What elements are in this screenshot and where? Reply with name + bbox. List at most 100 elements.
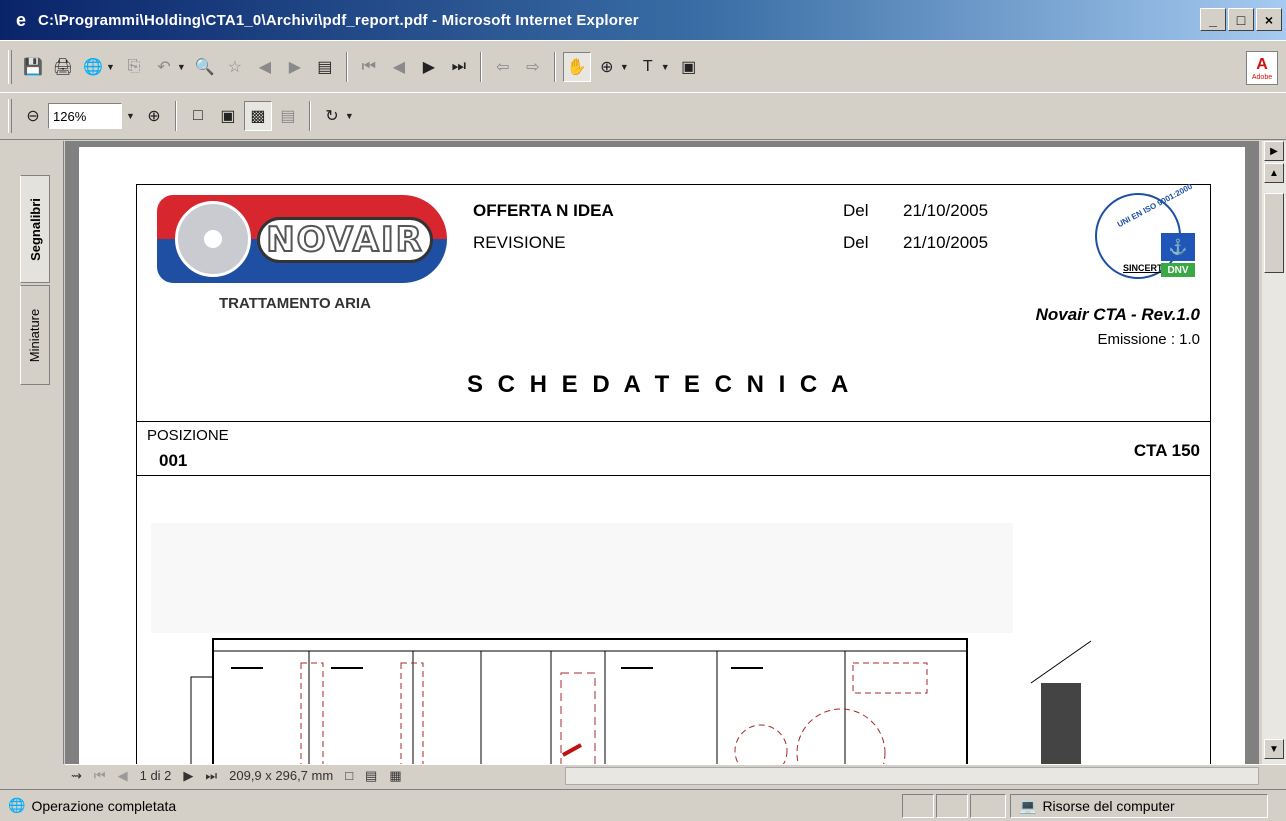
status-message: Operazione completata — [31, 797, 177, 814]
tab-thumbnails[interactable]: Miniature — [20, 285, 50, 385]
side-view-line — [1030, 640, 1092, 684]
del-label: Del — [843, 201, 869, 220]
adobe-logo-icon[interactable]: A Adobe — [1246, 51, 1278, 85]
snapshot-icon[interactable]: ▣ — [675, 52, 703, 82]
toolbar-separator — [345, 51, 348, 82]
zoom-in-icon[interactable]: ⊕ — [140, 101, 168, 131]
pdf-page: NOVAIR TRATTAMENTO ARIA OFFERTA N IDEA R… — [79, 147, 1245, 764]
search-web-icon[interactable]: 🌐 — [79, 52, 107, 82]
scrollbar-thumb[interactable] — [1264, 193, 1284, 273]
fit-page-icon[interactable]: ▣ — [214, 101, 242, 131]
go-forward-icon[interactable]: ⇨ — [519, 52, 547, 82]
divider — [137, 475, 1210, 476]
zoom-out-icon[interactable]: ⊖ — [19, 101, 47, 131]
page-indicator[interactable]: 1 di 2 — [134, 768, 178, 783]
actual-size-icon[interactable]: □ — [184, 101, 212, 131]
sheet-frame: NOVAIR TRATTAMENTO ARIA OFFERTA N IDEA R… — [136, 182, 1211, 764]
first-page-icon[interactable]: ⏮ — [355, 52, 383, 82]
next-page-icon[interactable]: ▶ — [177, 768, 199, 784]
find-icon[interactable]: 🔍 — [191, 52, 219, 82]
chevron-down-icon[interactable]: ▼ — [126, 111, 135, 121]
go-back-icon[interactable]: ⇦ — [489, 52, 517, 82]
continuous-icon[interactable]: ▤ — [359, 768, 383, 784]
minimize-button[interactable]: _ — [1200, 8, 1226, 31]
sincert-label: SINCERT — [1123, 263, 1163, 273]
toolbar-separator — [174, 101, 177, 131]
document-viewport[interactable]: NOVAIR TRATTAMENTO ARIA OFFERTA N IDEA R… — [65, 141, 1259, 764]
window-title: C:\Programmi\Holding\CTA1_0\Archivi\pdf_… — [38, 11, 639, 29]
close-button[interactable]: × — [1256, 8, 1282, 31]
emission-label: Emissione : 1.0 — [1097, 331, 1200, 348]
previous-page-icon[interactable]: ◀ — [112, 768, 134, 784]
chevron-down-icon[interactable]: ▼ — [345, 111, 354, 121]
offer-label: OFFERTA N IDEA — [473, 201, 614, 220]
drawing-background — [151, 523, 1013, 633]
horizontal-scrollbar[interactable] — [565, 767, 1259, 785]
next-page-icon[interactable]: ▶ — [415, 52, 443, 82]
tab-bookmarks[interactable]: Segnalibri — [20, 175, 50, 283]
maximize-button[interactable]: □ — [1228, 8, 1254, 31]
revision-date: 21/10/2005 — [903, 233, 989, 252]
dnv-label: DNV — [1161, 263, 1195, 277]
filter-section — [300, 662, 324, 764]
coil-section — [560, 672, 596, 764]
toolbar-separator — [479, 51, 482, 82]
del-label: Del — [843, 233, 869, 252]
hand-tool-icon[interactable]: ✋ — [562, 51, 591, 82]
page-status-icon: 🌐 — [8, 797, 26, 813]
zoom-input[interactable] — [48, 103, 122, 129]
fan-outlet — [852, 662, 928, 694]
vertical-scrollbar[interactable]: ▶ ▲ ▼ — [1262, 141, 1286, 764]
acrobat-toolbar-main: 💾 🖨 🌐 ▼ ⎘ ↶ ▼ 🔍 ☆ ◀ ▶ ▤ ⏮ ◀ ▶ ⏭ ⇦ ⇨ ✋ ⊕ … — [0, 40, 1286, 92]
model-label: CTA 150 — [1133, 441, 1200, 460]
divider — [137, 421, 1210, 422]
position-value: 001 — [159, 451, 188, 470]
computer-icon: 💻 — [1019, 797, 1037, 814]
chevron-down-icon[interactable]: ▼ — [620, 62, 629, 72]
fan-logo-icon — [175, 201, 251, 277]
novair-logo: NOVAIR TRATTAMENTO ARIA — [157, 195, 447, 315]
next-highlight-icon[interactable]: ▶ — [281, 52, 309, 82]
zoom-in-tool-icon[interactable]: ⊕ — [593, 52, 621, 82]
tab-thumbnails-label: Miniature — [27, 308, 43, 362]
filter-section — [400, 662, 424, 764]
split-view-icon[interactable]: ⇝ — [65, 768, 88, 784]
first-page-icon[interactable]: ⏮ — [88, 768, 112, 784]
save-icon[interactable]: 💾 — [19, 52, 47, 82]
internet-explorer-icon: e — [15, 9, 26, 30]
eformat-icon[interactable]: ▤ — [311, 52, 339, 82]
last-page-icon[interactable]: ⏭ — [199, 768, 223, 784]
chevron-down-icon[interactable]: ▼ — [661, 62, 670, 72]
toolbar-grip[interactable] — [8, 49, 12, 84]
chevron-down-icon[interactable]: ▼ — [106, 62, 115, 72]
chevron-down-icon[interactable]: ▼ — [177, 62, 186, 72]
adobe-label: Adobe — [1251, 73, 1273, 81]
fit-visible-icon[interactable]: ▤ — [274, 101, 302, 131]
continuous-facing-icon[interactable]: ▦ — [383, 768, 407, 784]
unit-outline — [212, 638, 968, 764]
rotate-view-icon[interactable]: ↻ — [318, 101, 346, 131]
undo-icon[interactable]: ↶ — [150, 52, 178, 82]
scroll-right-tab-icon[interactable]: ▶ — [1264, 141, 1284, 161]
toolbar-separator — [308, 101, 311, 131]
navigation-pane: Segnalibri Miniature — [0, 141, 64, 764]
prev-highlight-icon[interactable]: ◀ — [251, 52, 279, 82]
search-icon[interactable]: ☆ — [221, 52, 249, 82]
previous-page-icon[interactable]: ◀ — [385, 52, 413, 82]
toolbar-separator — [553, 51, 556, 82]
position-label: POSIZIONE — [147, 427, 229, 444]
print-icon[interactable]: 🖨 — [49, 52, 77, 82]
single-page-icon[interactable]: □ — [339, 768, 359, 783]
revision-label: REVISIONE — [473, 233, 566, 252]
scroll-down-icon[interactable]: ▼ — [1264, 739, 1284, 759]
scroll-up-icon[interactable]: ▲ — [1264, 163, 1284, 183]
fit-width-icon[interactable]: ▩ — [243, 101, 272, 131]
last-page-icon[interactable]: ⏭ — [445, 52, 473, 82]
status-panel — [936, 794, 968, 818]
text-select-icon[interactable]: T — [634, 52, 662, 82]
logo-wordmark: NOVAIR — [257, 217, 433, 263]
logo-subtitle: TRATTAMENTO ARIA — [219, 295, 371, 312]
copy-icon[interactable]: ⎘ — [120, 52, 148, 82]
status-panel — [902, 794, 934, 818]
toolbar-grip[interactable] — [8, 99, 12, 133]
